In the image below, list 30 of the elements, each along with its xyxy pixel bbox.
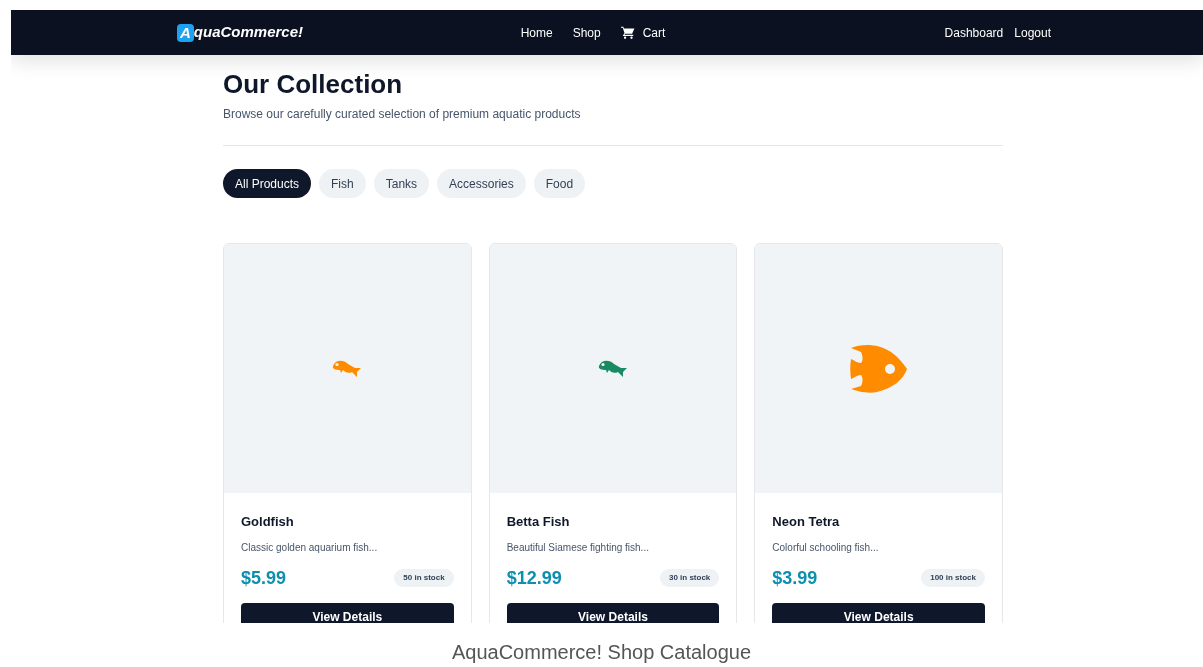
filter-chip[interactable]: Tanks <box>373 169 430 198</box>
stock-badge: 100 in stock <box>921 569 985 587</box>
nav-link[interactable]: Logout <box>1014 23 1051 42</box>
product-price: $5.99 <box>241 566 287 590</box>
page-title: Our Collection <box>223 68 404 101</box>
filter-chip[interactable]: Fish <box>319 169 366 198</box>
product-description: Classic golden aquarium fish... <box>241 540 379 555</box>
filter-chip[interactable]: Accessories <box>437 169 526 198</box>
product-name: Goldfish <box>241 513 295 531</box>
caption: AquaCommerce! Shop Catalogue <box>450 640 753 665</box>
product-description: Beautiful Siamese fighting fish... <box>506 540 650 555</box>
nav-link[interactable]: Shop <box>572 23 601 42</box>
filter-chip[interactable]: Food <box>533 169 586 198</box>
filter-chip[interactable]: All Products <box>223 169 312 198</box>
product-price: $3.99 <box>772 566 818 590</box>
stock-badge: 30 in stock <box>659 569 720 587</box>
nav-link[interactable]: Dashboard <box>944 23 1004 42</box>
view-details-button[interactable]: View Details <box>772 602 985 623</box>
stock-badge: 50 in stock <box>394 569 454 587</box>
product-description: Colorful schooling fish... <box>772 540 880 555</box>
product-name: Betta Fish <box>506 513 571 531</box>
cart-icon <box>620 26 635 39</box>
view-details-button[interactable]: View Details <box>506 602 720 623</box>
product-price: $12.99 <box>506 566 562 590</box>
product-name: Neon Tetra <box>772 513 841 531</box>
view-details-button[interactable]: View Details <box>241 602 454 623</box>
page-subtitle: Browse our carefully curated selection of premium aquatic products <box>223 106 582 123</box>
nav-link[interactable]: Cart <box>620 23 666 42</box>
nav-link[interactable]: Home <box>520 23 553 42</box>
logo[interactable]: A quaCommerce! <box>177 21 477 44</box>
